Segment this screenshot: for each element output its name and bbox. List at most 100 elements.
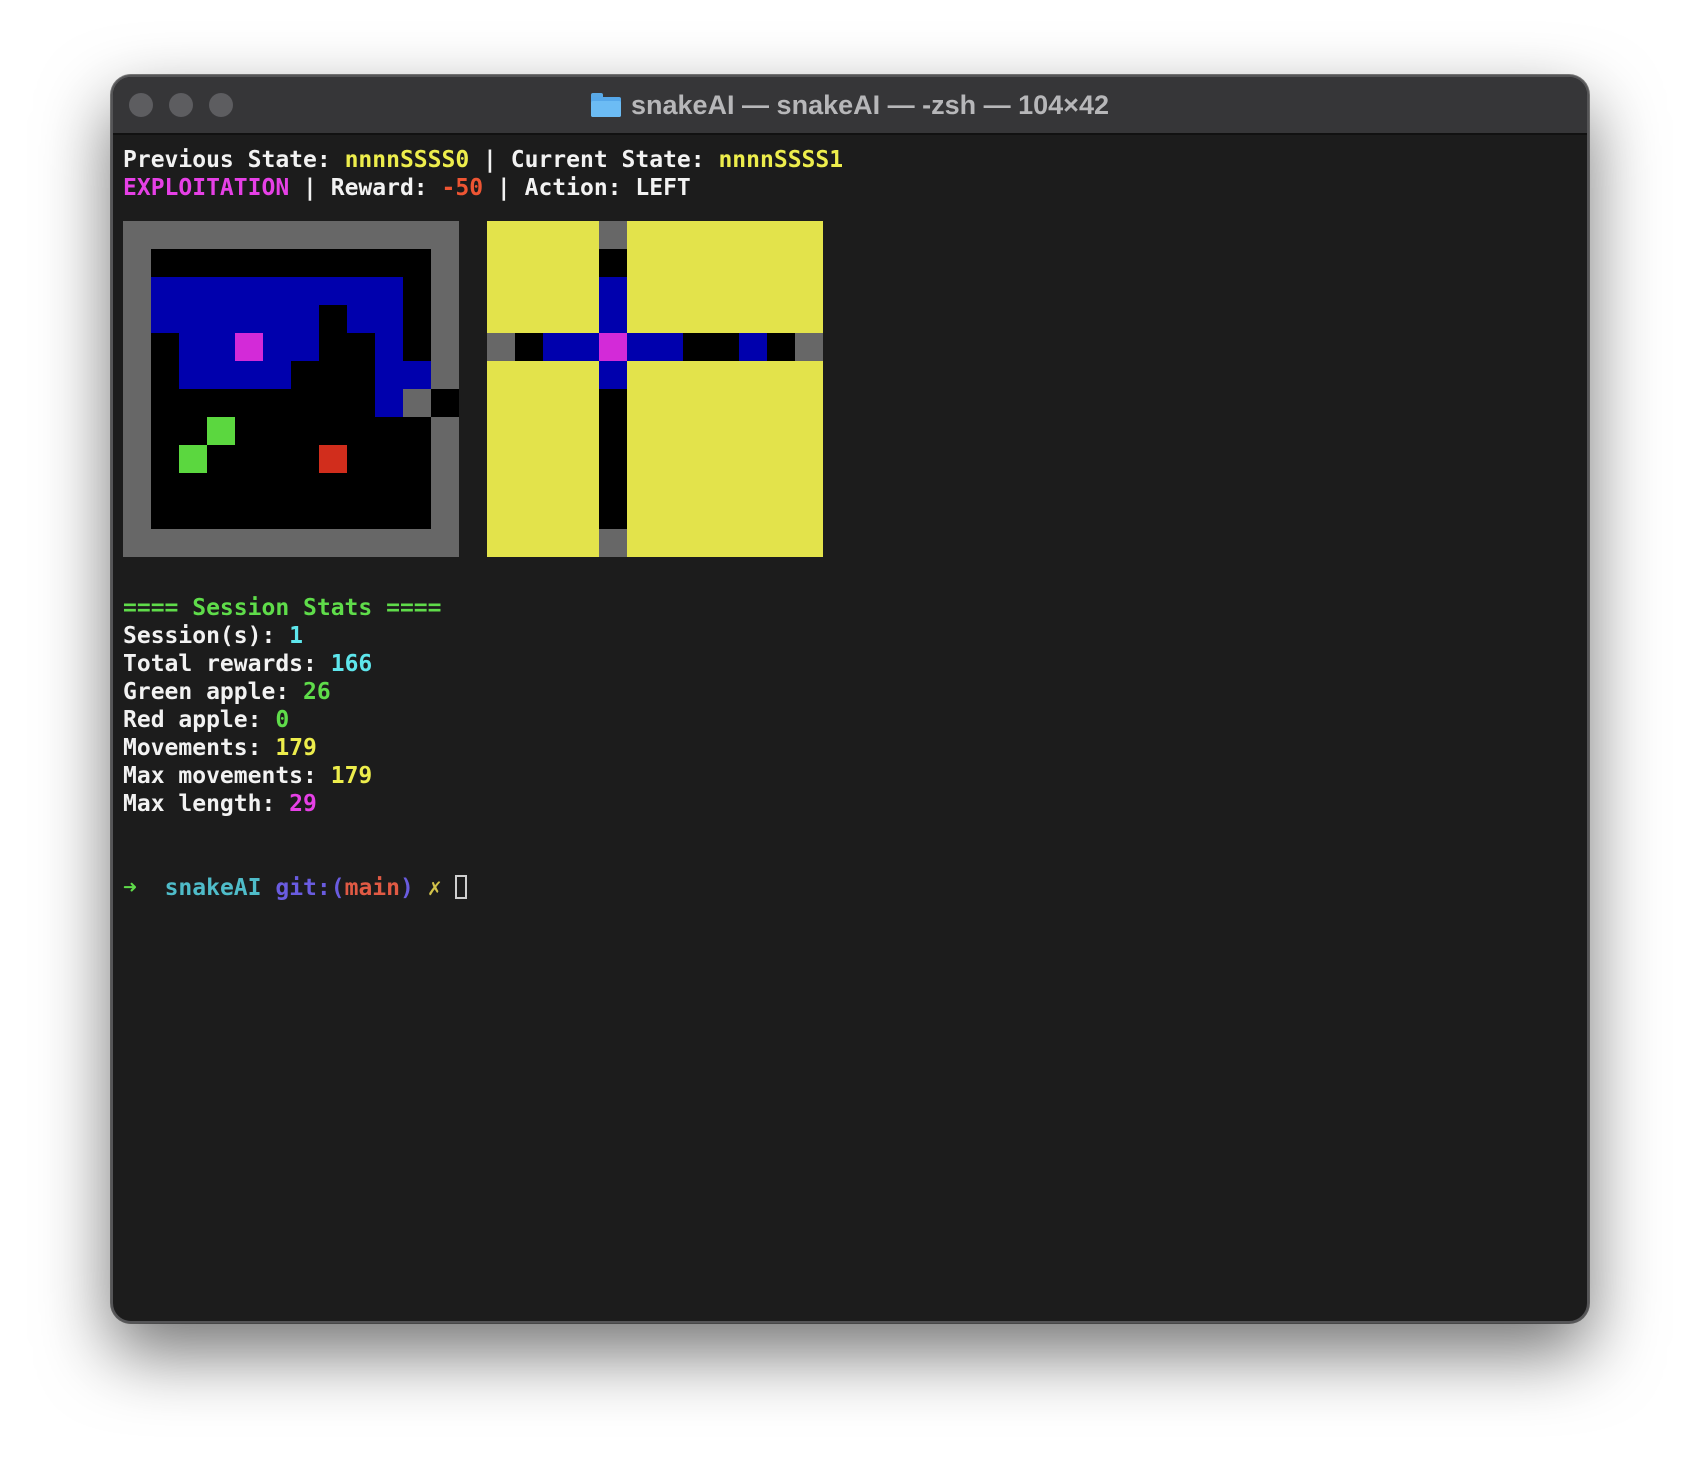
cell-empty — [179, 501, 207, 529]
stat-label: Max length: — [123, 791, 290, 817]
cell-empty — [207, 501, 235, 529]
shell-prompt[interactable]: ➜ snakeAI git:(main) ✗ — [123, 874, 468, 902]
cell-green-apple — [179, 445, 207, 473]
cell-wall — [431, 417, 459, 445]
cell-unseen — [711, 361, 739, 389]
prompt-git-branch: main — [344, 875, 400, 901]
cell-unseen — [767, 305, 795, 333]
cell-unseen — [683, 305, 711, 333]
cell-empty — [263, 389, 291, 417]
cell-snake-body — [291, 277, 319, 305]
cell-unseen — [627, 473, 655, 501]
cell-snake-body — [599, 361, 627, 389]
cell-empty — [151, 249, 179, 277]
cell-snake-body — [151, 277, 179, 305]
cell-snake-body — [347, 277, 375, 305]
cell-unseen — [571, 221, 599, 249]
cell-wall — [403, 389, 431, 417]
cell-snake-body — [599, 305, 627, 333]
cell-unseen — [487, 277, 515, 305]
cell-empty — [291, 249, 319, 277]
cell-wall — [179, 221, 207, 249]
cell-wall — [151, 221, 179, 249]
cell-empty — [263, 249, 291, 277]
cell-wall — [123, 445, 151, 473]
cell-snake-body — [375, 361, 403, 389]
cell-empty — [347, 249, 375, 277]
stat-value: 0 — [275, 707, 290, 733]
stat-value: 166 — [330, 651, 373, 677]
cell-empty — [207, 473, 235, 501]
cell-unseen — [711, 305, 739, 333]
cell-unseen — [795, 417, 823, 445]
cell-unseen — [711, 389, 739, 417]
cell-empty — [235, 445, 263, 473]
cell-snake-body — [375, 333, 403, 361]
cell-unseen — [627, 529, 655, 557]
cell-snake-body — [179, 305, 207, 333]
cell-unseen — [767, 445, 795, 473]
cell-unseen — [487, 389, 515, 417]
cell-empty — [151, 473, 179, 501]
cell-unseen — [515, 361, 543, 389]
cell-empty — [375, 501, 403, 529]
cell-empty — [403, 305, 431, 333]
cell-wall — [123, 277, 151, 305]
terminal-content[interactable]: Previous State: nnnnSSSS0 | Current Stat… — [123, 139, 1587, 1321]
cell-wall — [375, 529, 403, 557]
cell-unseen — [767, 277, 795, 305]
cell-unseen — [683, 389, 711, 417]
cell-unseen — [683, 501, 711, 529]
previous-state-value: nnnnSSSS0 — [344, 147, 470, 173]
cell-unseen — [515, 277, 543, 305]
cell-empty — [515, 333, 543, 361]
cell-unseen — [711, 417, 739, 445]
cell-unseen — [683, 221, 711, 249]
cell-empty — [207, 249, 235, 277]
cell-unseen — [571, 305, 599, 333]
cell-empty — [403, 501, 431, 529]
cell-snake-body — [207, 361, 235, 389]
cell-snake-head — [235, 333, 263, 361]
cell-wall — [235, 221, 263, 249]
cell-empty — [179, 473, 207, 501]
cell-wall — [291, 529, 319, 557]
cell-unseen — [767, 417, 795, 445]
cell-empty — [711, 333, 739, 361]
prompt-directory: snakeAI — [164, 875, 262, 901]
stat-value: 179 — [275, 735, 317, 761]
cell-unseen — [543, 417, 571, 445]
cell-unseen — [627, 305, 655, 333]
cell-unseen — [795, 361, 823, 389]
stat-value: 26 — [303, 679, 331, 705]
cell-unseen — [655, 529, 683, 557]
cell-wall — [319, 529, 347, 557]
cell-empty — [319, 389, 347, 417]
cell-unseen — [655, 361, 683, 389]
cell-wall — [431, 445, 459, 473]
cell-unseen — [795, 249, 823, 277]
cell-wall — [599, 529, 627, 557]
cell-unseen — [487, 473, 515, 501]
cell-snake-body — [543, 333, 571, 361]
cell-unseen — [571, 249, 599, 277]
cell-empty — [319, 473, 347, 501]
cell-wall — [319, 221, 347, 249]
cell-unseen — [543, 249, 571, 277]
cell-unseen — [515, 529, 543, 557]
cell-unseen — [683, 249, 711, 277]
cell-empty — [599, 445, 627, 473]
action-value: LEFT — [635, 175, 691, 201]
cell-unseen — [683, 361, 711, 389]
cell-snake-body — [375, 389, 403, 417]
cell-unseen — [487, 249, 515, 277]
cell-wall — [123, 417, 151, 445]
cell-unseen — [487, 501, 515, 529]
cell-empty — [291, 389, 319, 417]
cell-unseen — [711, 277, 739, 305]
cell-empty — [151, 389, 179, 417]
cell-empty — [319, 249, 347, 277]
cell-snake-body — [207, 277, 235, 305]
cell-empty — [767, 333, 795, 361]
cell-wall — [431, 361, 459, 389]
